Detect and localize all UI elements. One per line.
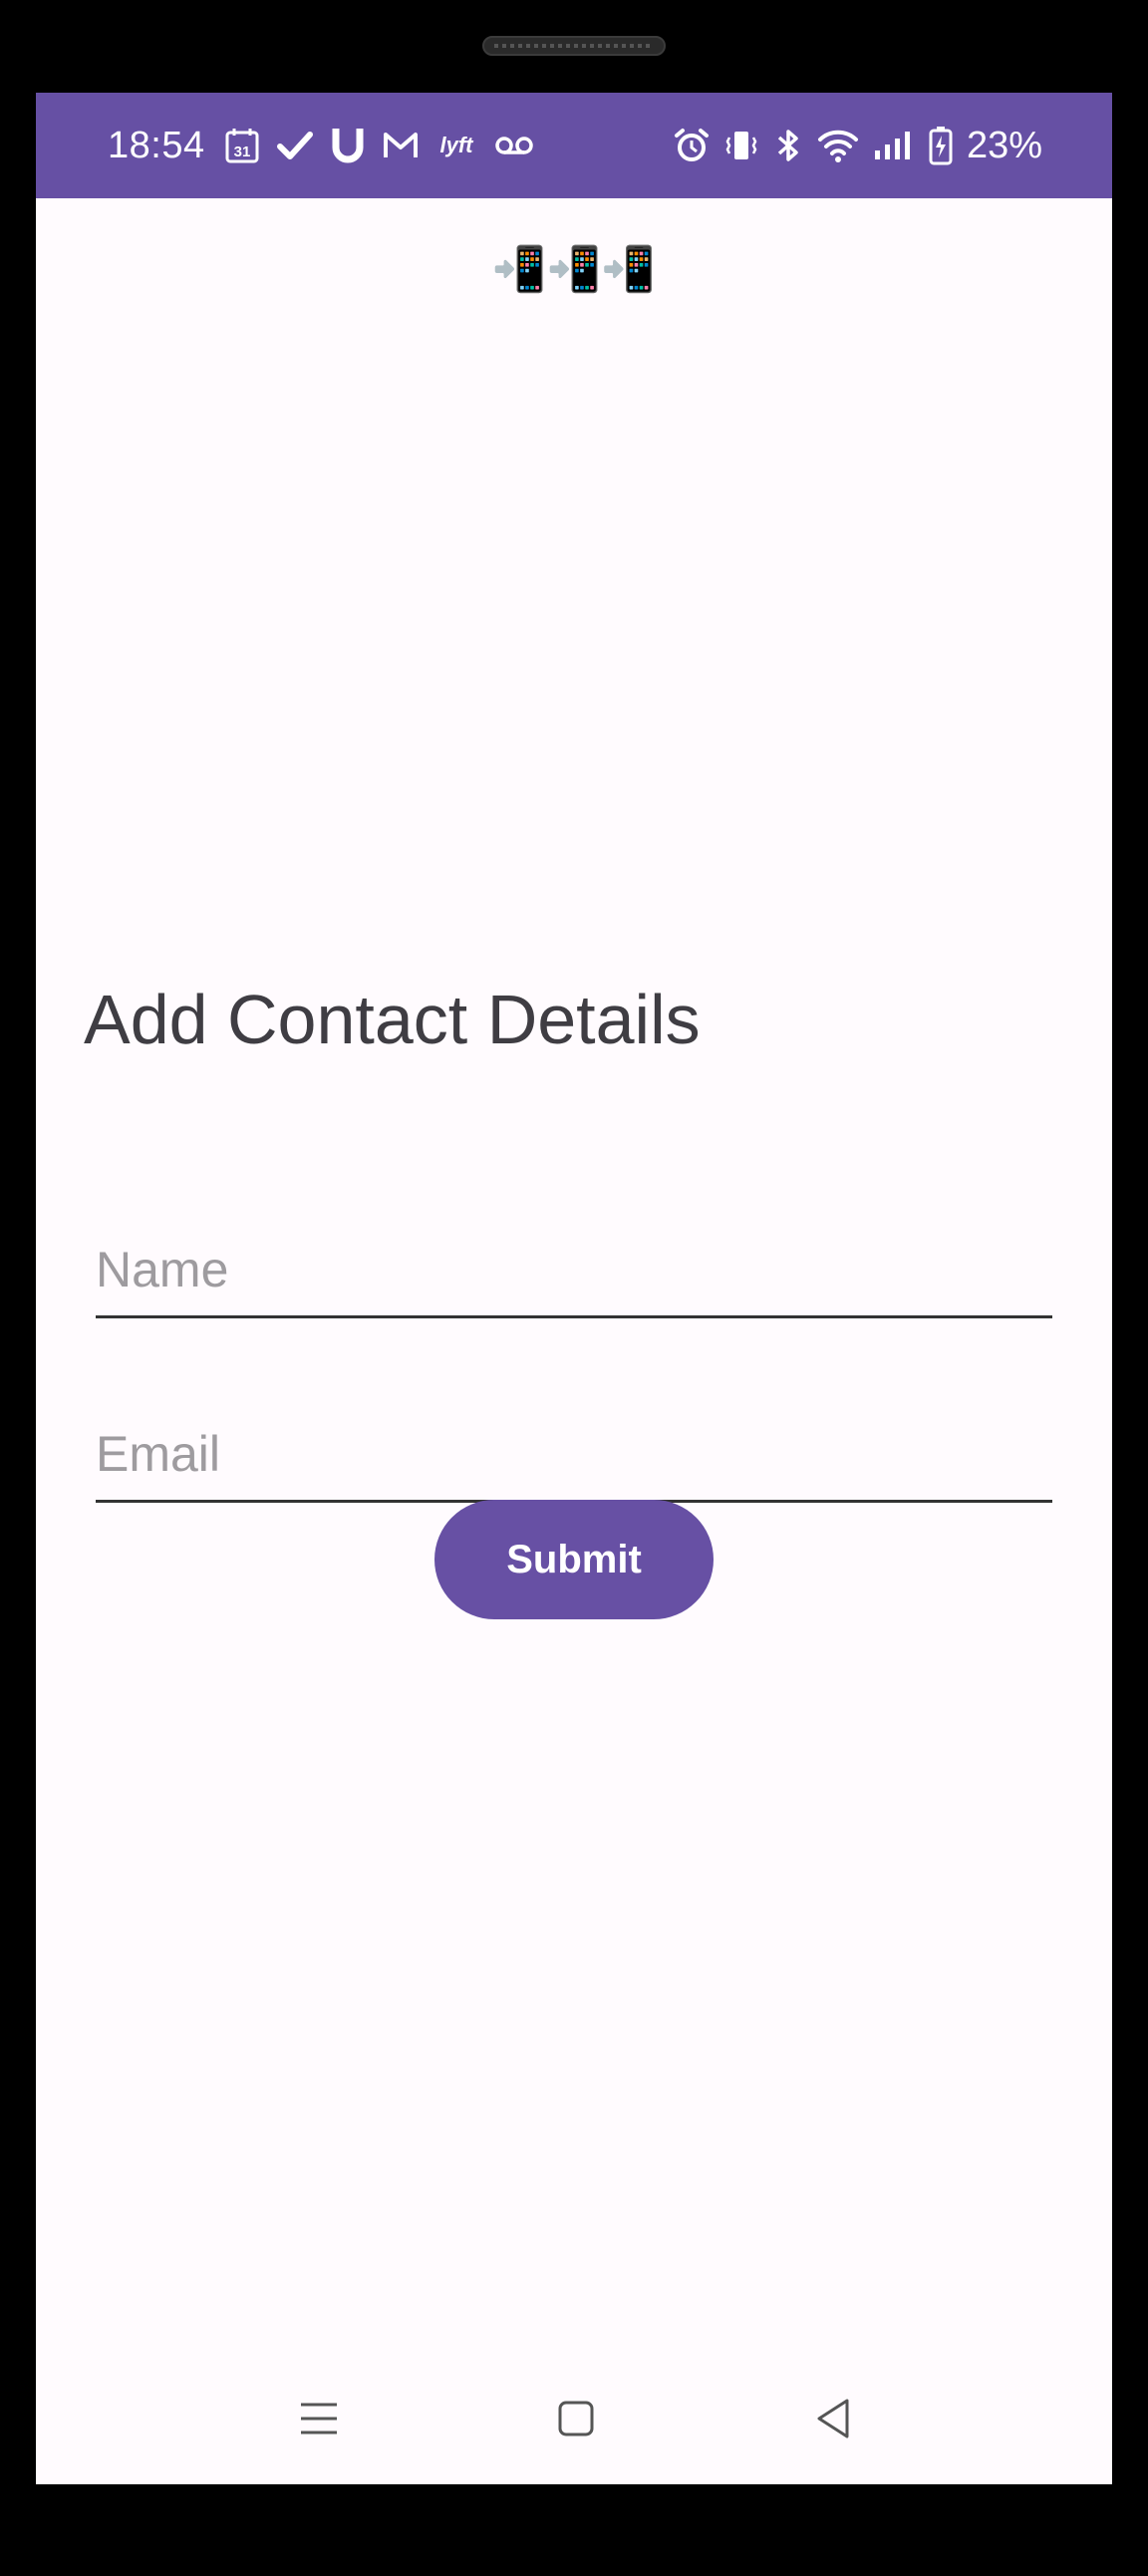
u-app-icon	[331, 126, 365, 165]
earpiece-speaker	[482, 36, 666, 56]
calendar-icon: 31	[225, 128, 259, 163]
vibrate-icon	[723, 128, 759, 163]
lyft-icon: lyft	[436, 131, 476, 160]
phone-screen: 18:54 31 lyft 23% 📲📲📲 Add Contact Detail…	[36, 93, 1112, 2484]
checkmark-icon	[277, 131, 313, 160]
submit-button[interactable]: Submit	[434, 1500, 714, 1619]
battery-charging-icon	[929, 126, 953, 165]
navigation-bar	[36, 2353, 1112, 2484]
home-icon	[556, 2399, 596, 2438]
email-field[interactable]	[96, 1413, 1052, 1503]
battery-percentage: 23%	[966, 124, 1042, 166]
signal-icon	[873, 131, 915, 160]
recents-icon	[297, 2399, 341, 2438]
back-icon	[813, 2397, 853, 2440]
home-button[interactable]	[516, 2353, 636, 2484]
name-field[interactable]	[96, 1229, 1052, 1318]
wifi-icon	[817, 129, 859, 162]
notification-icons: 31 lyft	[225, 93, 534, 198]
gmail-icon	[383, 131, 419, 160]
page-title: Add Contact Details	[84, 981, 701, 1058]
device-frame: 18:54 31 lyft 23% 📲📲📲 Add Contact Detail…	[0, 0, 1148, 2576]
recents-button[interactable]	[259, 2353, 379, 2484]
status-time: 18:54	[108, 125, 205, 166]
alarm-icon	[674, 128, 710, 163]
bluetooth-icon	[773, 127, 803, 164]
back-button[interactable]	[773, 2353, 893, 2484]
calendar-day: 31	[234, 143, 251, 160]
system-icons: 23%	[674, 93, 1042, 198]
status-bar: 18:54 31 lyft 23%	[36, 93, 1112, 198]
voicemail-icon	[494, 134, 534, 157]
svg-text:lyft: lyft	[440, 133, 475, 157]
header-emoji: 📲📲📲	[491, 245, 657, 294]
